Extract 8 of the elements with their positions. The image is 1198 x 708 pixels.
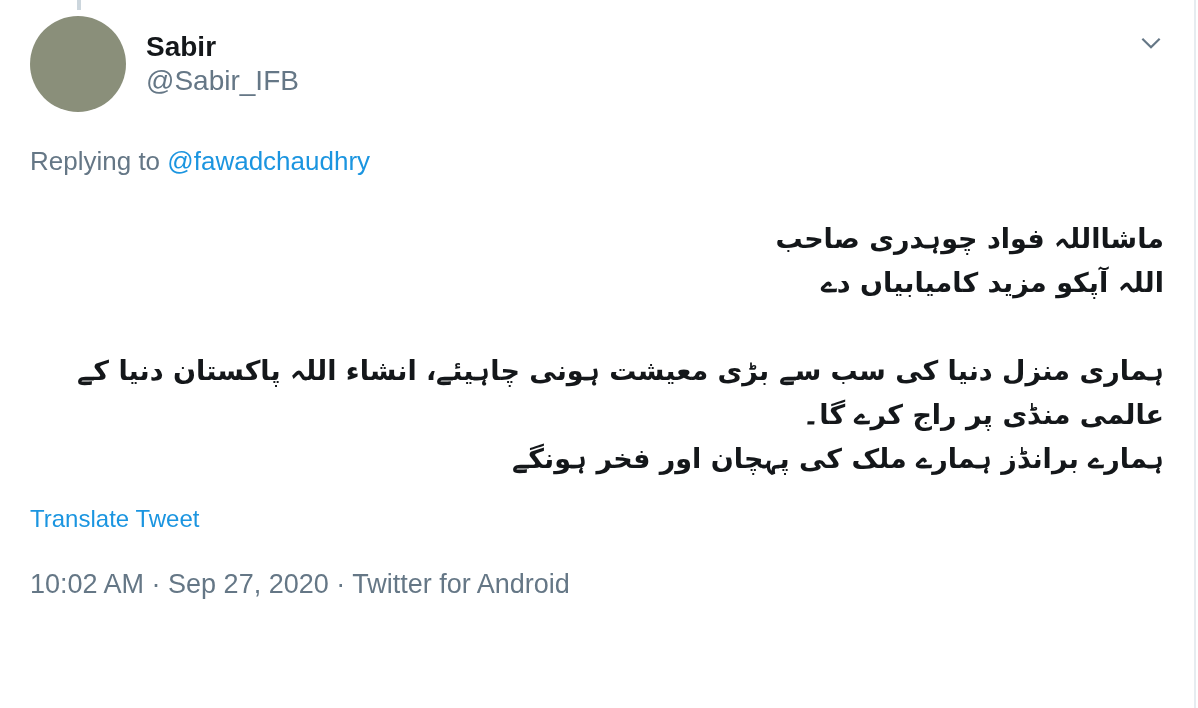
author-handle[interactable]: @Sabir_IFB xyxy=(146,65,1118,97)
tweet-text: ہماری منزل دنیا کی سب سے بڑی معیشت ہونی چاہیئے، انشاء اللہ پاکستان دنیا کے عالمی منڈی پر راج کرے گا۔ ہمارے برانڈز ہمارے ملک کی پہچان اور فخر ہونگے xyxy=(76,354,1164,477)
author-name[interactable]: Sabir xyxy=(146,31,1118,63)
mention-link[interactable]: @fawadchaudhry xyxy=(167,146,371,176)
replying-to-text: Replying to @fawadchaudhry xyxy=(30,146,372,177)
translate-link[interactable]: Translate Tweet xyxy=(30,505,200,533)
tweet-timestamp[interactable]: 10:02 AM · Sep 27, 2020 · Twitter for Android xyxy=(30,569,570,600)
tweet-text: ماشااللہ فواد چوہدری صاحب اللہ آپکو مزید کامیابیاں دے xyxy=(774,222,1164,301)
